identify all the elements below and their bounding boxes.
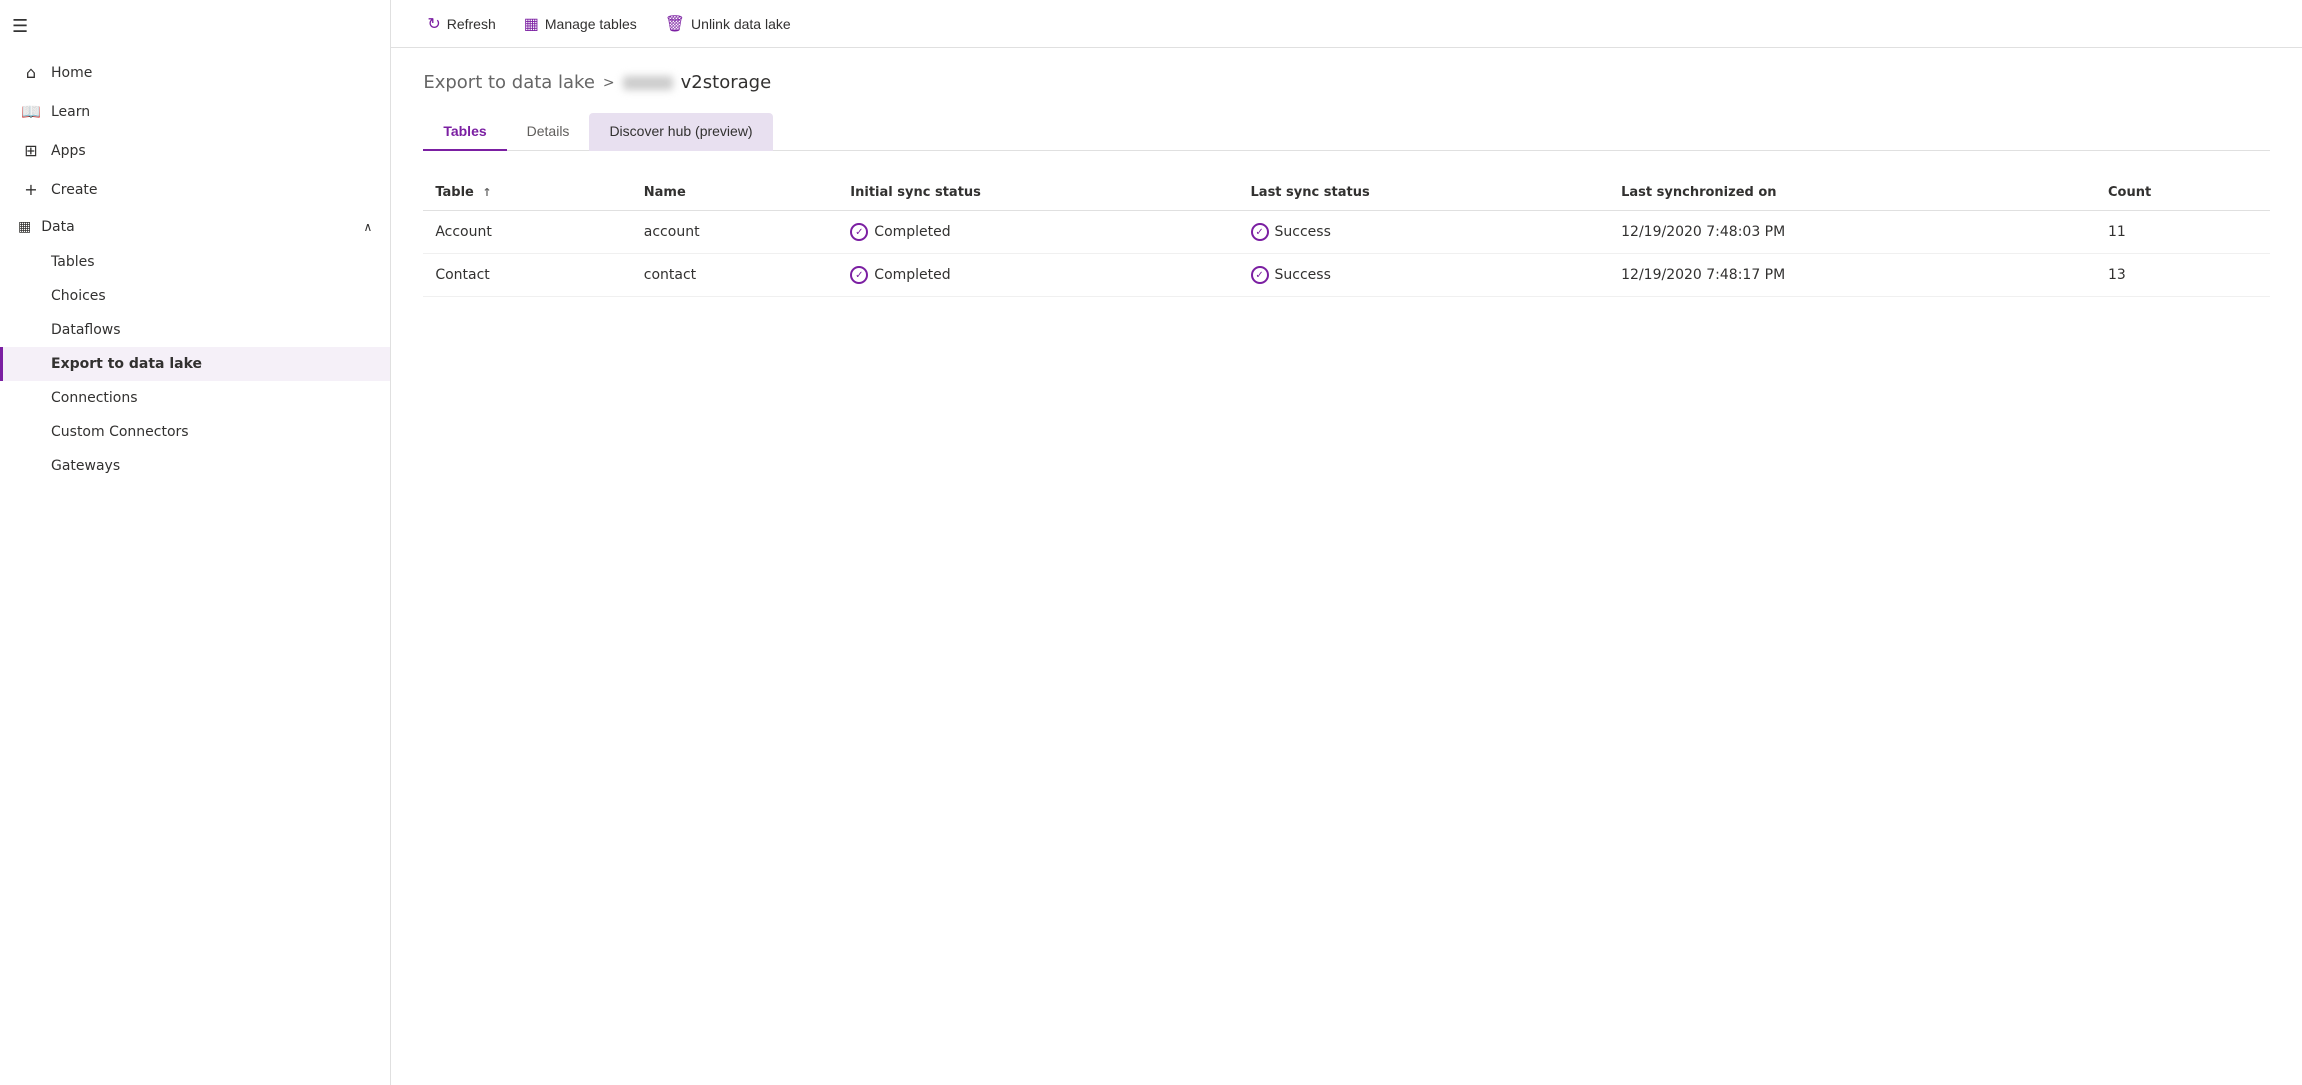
unlink-data-lake-label: Unlink data lake	[691, 16, 791, 32]
col-table[interactable]: Table ↑	[423, 175, 631, 211]
data-table: Table ↑ Name Initial sync status Last sy…	[423, 175, 2270, 297]
cell-last-sync: Success	[1239, 211, 1610, 254]
sidebar-section-data[interactable]: ▦ Data ∧	[0, 209, 390, 245]
manage-tables-label: Manage tables	[545, 16, 637, 32]
status-check-icon	[1251, 223, 1269, 241]
refresh-button[interactable]: ↻ Refresh	[415, 8, 507, 40]
sidebar-item-tables[interactable]: Tables	[0, 245, 390, 279]
table-header: Table ↑ Name Initial sync status Last sy…	[423, 175, 2270, 211]
cell-name: contact	[632, 254, 839, 297]
home-icon: ⌂	[21, 63, 41, 82]
sidebar-item-gateways[interactable]: Gateways	[0, 449, 390, 483]
breadcrumb: Export to data lake > v2storage	[423, 72, 2270, 93]
refresh-label: Refresh	[447, 16, 496, 32]
sidebar-nav: ⌂ Home 📖 Learn ⊞ Apps + Create ▦ Data ∧ …	[0, 53, 390, 483]
cell-table: Account	[423, 211, 631, 254]
cell-last-synchronized-on: 12/19/2020 7:48:17 PM	[1609, 254, 2096, 297]
status-check-icon	[850, 266, 868, 284]
manage-tables-icon: ▦	[524, 14, 539, 34]
cell-name: account	[632, 211, 839, 254]
hamburger-icon[interactable]: ☰	[12, 16, 28, 37]
chevron-up-icon: ∧	[364, 220, 373, 234]
sidebar-item-create-label: Create	[51, 182, 98, 198]
sidebar-item-connections[interactable]: Connections	[0, 381, 390, 415]
col-count: Count	[2096, 175, 2270, 211]
cell-count: 13	[2096, 254, 2270, 297]
breadcrumb-storage-name: v2storage	[681, 72, 771, 93]
breadcrumb-chevron-icon: >	[603, 75, 615, 91]
col-last-synchronized-on: Last synchronized on	[1609, 175, 2096, 211]
tab-tables[interactable]: Tables	[423, 113, 506, 151]
unlink-data-lake-button[interactable]: 🗑 Unlink data lake	[653, 8, 803, 40]
cell-initial-sync: Completed	[838, 254, 1238, 297]
status-check-icon	[850, 223, 868, 241]
refresh-icon: ↻	[427, 14, 440, 34]
col-initial-sync-status: Initial sync status	[838, 175, 1238, 211]
table-header-row: Table ↑ Name Initial sync status Last sy…	[423, 175, 2270, 211]
col-name: Name	[632, 175, 839, 211]
content-area: Export to data lake > v2storage Tables D…	[391, 48, 2302, 1085]
cell-last-synchronized-on: 12/19/2020 7:48:03 PM	[1609, 211, 2096, 254]
tab-discover-hub[interactable]: Discover hub (preview)	[589, 113, 772, 151]
sidebar: ☰ ⌂ Home 📖 Learn ⊞ Apps + Create ▦ Data …	[0, 0, 391, 1085]
table-row: ContactcontactCompletedSuccess12/19/2020…	[423, 254, 2270, 297]
learn-icon: 📖	[21, 102, 41, 121]
manage-tables-button[interactable]: ▦ Manage tables	[512, 8, 649, 40]
apps-icon: ⊞	[21, 141, 41, 160]
sidebar-item-create[interactable]: + Create	[0, 170, 390, 209]
sort-asc-icon: ↑	[482, 186, 491, 199]
tabs: Tables Details Discover hub (preview)	[423, 113, 2270, 151]
unlink-icon: 🗑	[665, 14, 685, 34]
data-icon: ▦	[18, 219, 31, 235]
sidebar-item-home[interactable]: ⌂ Home	[0, 53, 390, 92]
sidebar-sub-nav: Tables Choices Dataflows Export to data …	[0, 245, 390, 483]
sidebar-item-home-label: Home	[51, 65, 92, 81]
col-last-sync-status: Last sync status	[1239, 175, 1610, 211]
tab-details[interactable]: Details	[507, 113, 590, 151]
breadcrumb-blur	[623, 76, 673, 90]
cell-initial-sync: Completed	[838, 211, 1238, 254]
sidebar-item-choices[interactable]: Choices	[0, 279, 390, 313]
sidebar-item-learn[interactable]: 📖 Learn	[0, 92, 390, 131]
cell-last-sync: Success	[1239, 254, 1610, 297]
main-content: ↻ Refresh ▦ Manage tables 🗑 Unlink data …	[391, 0, 2302, 1085]
sidebar-top: ☰	[0, 0, 390, 53]
table-body: AccountaccountCompletedSuccess12/19/2020…	[423, 211, 2270, 297]
sidebar-section-data-label: Data	[41, 219, 74, 235]
table-row: AccountaccountCompletedSuccess12/19/2020…	[423, 211, 2270, 254]
sidebar-item-custom-connectors[interactable]: Custom Connectors	[0, 415, 390, 449]
status-check-icon	[1251, 266, 1269, 284]
create-icon: +	[21, 180, 41, 199]
sidebar-item-dataflows[interactable]: Dataflows	[0, 313, 390, 347]
cell-count: 11	[2096, 211, 2270, 254]
sidebar-item-apps-label: Apps	[51, 143, 86, 159]
breadcrumb-parent[interactable]: Export to data lake	[423, 72, 595, 93]
cell-table: Contact	[423, 254, 631, 297]
sidebar-item-learn-label: Learn	[51, 104, 90, 120]
toolbar: ↻ Refresh ▦ Manage tables 🗑 Unlink data …	[391, 0, 2302, 48]
breadcrumb-current: v2storage	[623, 72, 771, 93]
sidebar-item-apps[interactable]: ⊞ Apps	[0, 131, 390, 170]
sidebar-item-export-to-data-lake[interactable]: Export to data lake	[0, 347, 390, 381]
